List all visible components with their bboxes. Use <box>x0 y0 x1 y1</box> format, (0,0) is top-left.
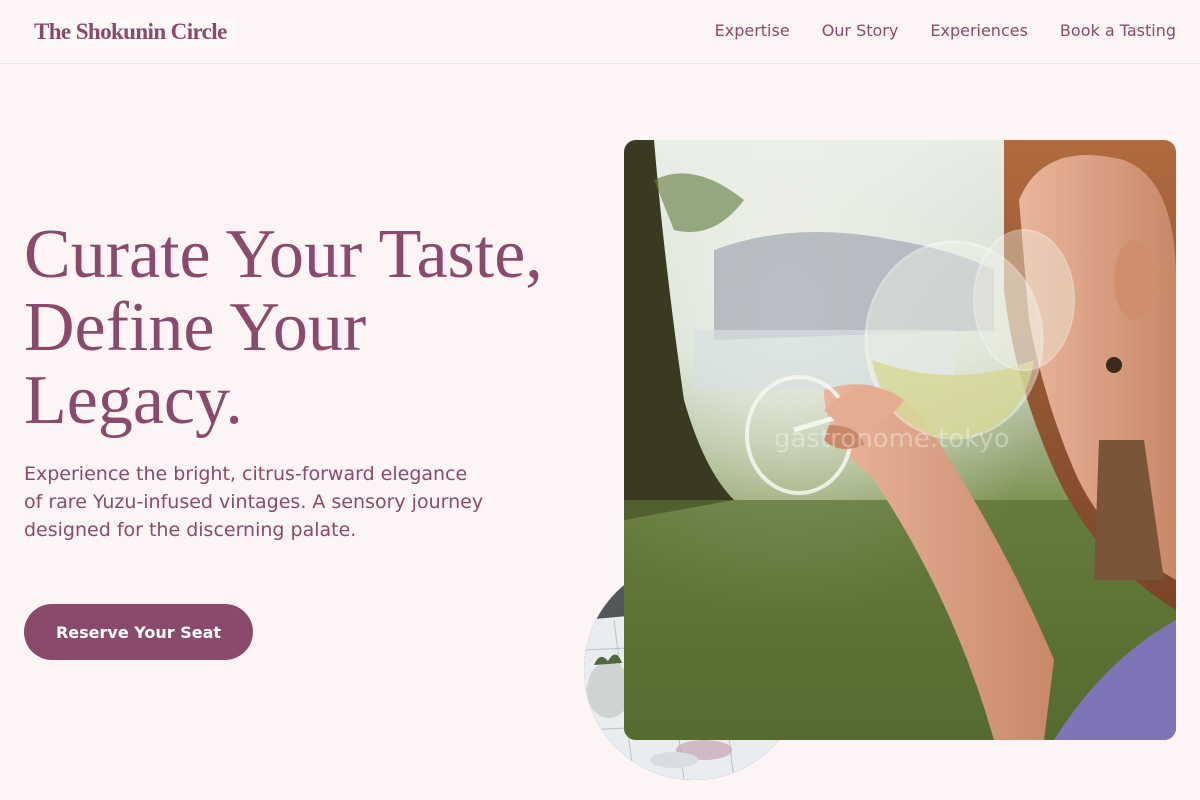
top-nav: The Shokunin Circle Expertise Our Story … <box>0 0 1200 64</box>
nav-links: Expertise Our Story Experiences Book a T… <box>715 20 1176 42</box>
brand-logo[interactable]: The Shokunin Circle <box>26 15 235 48</box>
reserve-seat-button[interactable]: Reserve Your Seat <box>24 604 253 660</box>
wine-tasting-photo: gastronome.tokyo <box>624 140 1176 740</box>
hero-title-line-1: Curate Your Taste, <box>24 216 543 293</box>
photo-watermark: gastronome.tokyo <box>774 424 1010 454</box>
nav-link-our-story[interactable]: Our Story <box>822 20 899 42</box>
hero-subtitle: Experience the bright, citrus-forward el… <box>24 463 484 541</box>
nav-link-experiences[interactable]: Experiences <box>930 20 1028 42</box>
hero-title-line-2: Define Your <box>24 289 367 366</box>
nav-link-book-a-tasting[interactable]: Book a Tasting <box>1060 20 1176 42</box>
hero-title-line-3: Legacy. <box>24 362 243 439</box>
nav-link-expertise[interactable]: Expertise <box>715 20 790 42</box>
hero-title: Curate Your Taste, Define Your Legacy. <box>24 218 604 437</box>
